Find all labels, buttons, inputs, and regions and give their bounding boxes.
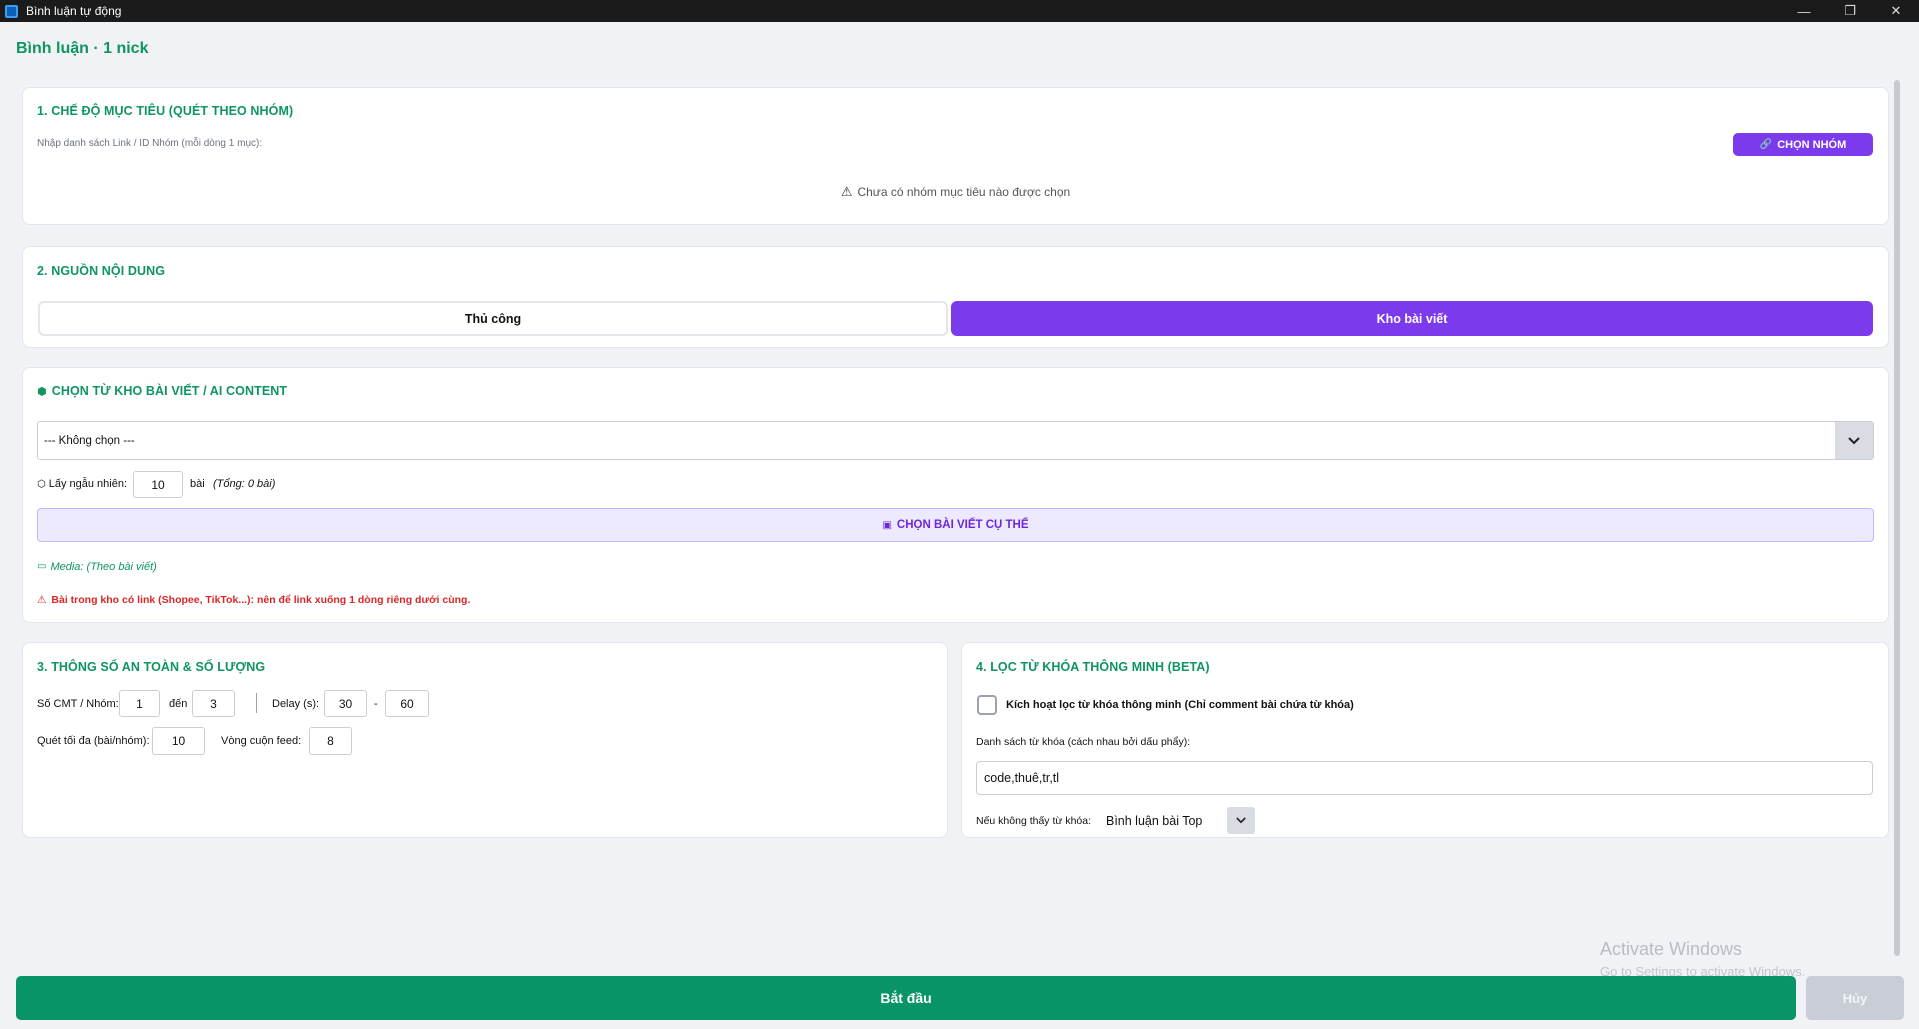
activation-watermark-title: Activate Windows bbox=[1600, 939, 1743, 959]
post-library-card: ⬢ CHỌN TỪ KHO BÀI VIẾT / AI CONTENT --- … bbox=[22, 367, 1889, 623]
cmt-max-input[interactable]: 3 bbox=[192, 690, 235, 717]
fallback-label: Nếu không thấy từ khóa: bbox=[976, 815, 1092, 827]
warning-icon: ⚠ bbox=[840, 184, 853, 199]
section-title-library: ⬢ CHỌN TỪ KHO BÀI VIẾT / AI CONTENT bbox=[37, 384, 288, 398]
window-titlebar: Bình luận tự động — ❐ ✕ bbox=[0, 0, 1919, 22]
box-icon: ⬢ bbox=[37, 385, 47, 398]
choose-group-button[interactable]: 🔗 CHỌN NHÓM bbox=[1733, 133, 1873, 156]
media-info: ▭ Media: (Theo bài viết) bbox=[37, 561, 157, 573]
max-scan-input[interactable]: 10 bbox=[152, 727, 205, 755]
section-title-target: 1. CHẾ ĐỘ MỤC TIÊU (QUÉT THEO NHÓM) bbox=[37, 104, 294, 118]
cmt-to-label: đến bbox=[169, 698, 188, 710]
random-label: ⬡ Lấy ngẫu nhiên: bbox=[37, 478, 128, 490]
section-title-source: 2. NGUỒN NỘI DUNG bbox=[37, 264, 166, 278]
link-warning: ⚠ Bài trong kho có link (Shopee, TikTok.… bbox=[37, 594, 471, 606]
chevron-down-icon bbox=[1835, 422, 1873, 459]
select-square-icon: ▣ bbox=[882, 519, 892, 531]
random-count-input[interactable]: 10 bbox=[133, 471, 183, 498]
max-scan-label: Quét tối đa (bài/nhóm): bbox=[37, 735, 150, 747]
choose-specific-posts-button[interactable]: ▣ CHỌN BÀI VIẾT CỤ THỂ bbox=[37, 508, 1874, 542]
chevron-down-icon bbox=[1227, 807, 1255, 834]
delay-min-input[interactable]: 30 bbox=[324, 690, 367, 717]
dice-icon: ⬡ bbox=[37, 478, 46, 490]
random-unit: bài bbox=[190, 478, 205, 490]
cmt-min-input[interactable]: 1 bbox=[119, 690, 160, 717]
section-title-safety: 3. THÔNG SỐ AN TOÀN & SỐ LƯỢNG bbox=[37, 660, 266, 674]
fallback-select[interactable]: Bình luận bài Top bbox=[1103, 807, 1255, 834]
start-button[interactable]: Bắt đầu bbox=[16, 976, 1796, 1020]
scroll-rounds-label: Vòng cuộn feed: bbox=[221, 735, 302, 747]
tab-manual[interactable]: Thủ công bbox=[38, 301, 948, 336]
delay-dash: - bbox=[374, 698, 378, 710]
restore-button[interactable]: ❐ bbox=[1827, 0, 1873, 22]
scrollbar[interactable] bbox=[1894, 80, 1900, 956]
image-icon: ▭ bbox=[37, 561, 47, 572]
window-title: Bình luận tự động bbox=[26, 4, 122, 18]
cmt-per-group-label: Số CMT / Nhóm: bbox=[37, 698, 119, 710]
total-count: (Tổng: 0 bài) bbox=[213, 478, 276, 490]
group-input-label: Nhập danh sách Link / ID Nhóm (mỗi dòng … bbox=[37, 138, 263, 149]
cancel-button[interactable]: Hủy bbox=[1806, 976, 1904, 1020]
delay-label: Delay (s): bbox=[272, 698, 320, 710]
library-select[interactable]: --- Không chọn --- bbox=[37, 421, 1874, 460]
keyword-filter-enable-label: Kích hoạt lọc từ khóa thông minh (Chỉ co… bbox=[1006, 699, 1354, 711]
minimize-button[interactable]: — bbox=[1781, 0, 1827, 22]
app-icon bbox=[5, 4, 18, 18]
divider bbox=[256, 693, 257, 713]
keyword-filter-checkbox[interactable] bbox=[977, 695, 997, 715]
section-title-keyword: 4. LỌC TỪ KHÓA THÔNG MINH (BETA) bbox=[976, 660, 1210, 674]
empty-group-notice: ⚠ Chưa có nhóm mục tiêu nào được chọn bbox=[840, 184, 1071, 199]
tab-post-library[interactable]: Kho bài viết bbox=[951, 301, 1873, 336]
delay-max-input[interactable]: 60 bbox=[385, 690, 429, 717]
page-title: Bình luận · 1 nick bbox=[16, 40, 149, 57]
keywords-label: Danh sách từ khóa (cách nhau bởi dấu phẩ… bbox=[976, 736, 1191, 748]
link-icon: 🔗 bbox=[1759, 139, 1773, 150]
scroll-rounds-input[interactable]: 8 bbox=[309, 727, 352, 755]
keywords-input[interactable]: code,thuê,tr,tl bbox=[976, 761, 1873, 795]
keyword-filter-card: 4. LỌC TỪ KHÓA THÔNG MINH (BETA) Kích ho… bbox=[961, 642, 1889, 838]
target-mode-card: 1. CHẾ ĐỘ MỤC TIÊU (QUÉT THEO NHÓM) Nhập… bbox=[22, 87, 1889, 225]
content-source-card: 2. NGUỒN NỘI DUNG Thủ công Kho bài viết bbox=[22, 246, 1889, 348]
close-button[interactable]: ✕ bbox=[1873, 0, 1919, 22]
safety-params-card: 3. THÔNG SỐ AN TOÀN & SỐ LƯỢNG Số CMT / … bbox=[22, 642, 948, 838]
warning-icon: ⚠ bbox=[37, 594, 47, 606]
